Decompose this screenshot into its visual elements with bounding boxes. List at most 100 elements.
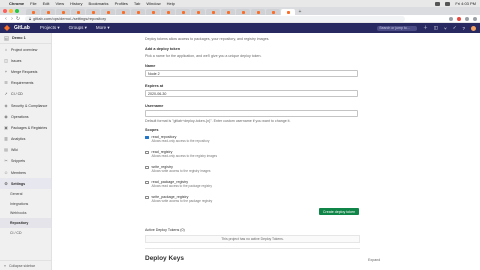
sidebar-item-issues[interactable]: ◫ Issues bbox=[0, 55, 51, 66]
sidebar-project-header[interactable]: D Demo 1 bbox=[0, 33, 51, 44]
menubar-item-edit[interactable]: Edit bbox=[43, 1, 50, 6]
plus-icon[interactable]: ＋ bbox=[423, 25, 428, 31]
battery-icon[interactable] bbox=[435, 1, 441, 6]
sidebar-item-packages[interactable]: ▣ Packages & Registries bbox=[0, 122, 51, 133]
settings-icon: ⚙ bbox=[4, 180, 8, 186]
merge-requests-nav-icon[interactable]: ⑂ bbox=[444, 26, 447, 31]
scope-write-package-registry[interactable]: write_package_registry Allows write acce… bbox=[145, 195, 212, 203]
collapse-sidebar-button[interactable]: « Collapse sidebar bbox=[0, 260, 52, 270]
expires-at-input[interactable]: 2020-06-30 bbox=[145, 90, 358, 97]
reload-icon[interactable]: ↻ bbox=[15, 16, 21, 22]
sidebar-item-label: Wiki bbox=[11, 148, 18, 153]
sidebar-subitem-webhooks[interactable]: Webhooks bbox=[0, 209, 51, 219]
sidebar-subitem-general[interactable]: General bbox=[0, 189, 51, 199]
sidebar-item-merge-requests[interactable]: ⑂ Merge Requests bbox=[0, 66, 51, 77]
sidebar-subitem-repository[interactable]: Repository bbox=[0, 218, 51, 228]
sidebar-item-requirements[interactable]: ☰ Requirements bbox=[0, 78, 51, 89]
active-tokens-empty-text: This project has no active Deploy Tokens… bbox=[221, 237, 284, 241]
nav-more-dropdown[interactable]: More ▾ bbox=[96, 25, 110, 31]
scope-read-registry[interactable]: read_registry Allows read-only access to… bbox=[145, 150, 217, 158]
menubar-item-file[interactable]: File bbox=[30, 1, 36, 6]
menubar-item-view[interactable]: View bbox=[55, 1, 64, 6]
gitlab-favicon-icon bbox=[166, 10, 170, 14]
minimize-window-icon[interactable] bbox=[9, 9, 13, 13]
browser-toolbar: ‹ › ↻ 🔒︎ gitlab.com/ops/demo/-/settings/… bbox=[0, 15, 480, 23]
scope-read-package-registry[interactable]: read_package_registry Allows read access… bbox=[145, 180, 212, 188]
token-name-input[interactable]: Node 2 bbox=[145, 70, 358, 77]
user-avatar[interactable] bbox=[471, 25, 476, 31]
gitlab-search-input[interactable]: Search or jump to... bbox=[377, 25, 418, 31]
create-deploy-token-button[interactable]: Create deploy token bbox=[319, 208, 359, 215]
extensions-area bbox=[449, 16, 477, 21]
scope-checkbox[interactable] bbox=[145, 150, 149, 154]
scope-checkbox[interactable] bbox=[145, 135, 149, 139]
extension-icon[interactable] bbox=[457, 16, 461, 21]
active-tokens-heading: Active Deploy Tokens (0) bbox=[145, 228, 185, 232]
sidebar-item-wiki[interactable]: ▤ Wiki bbox=[0, 145, 51, 156]
gitlab-favicon-icon bbox=[31, 10, 35, 14]
address-bar[interactable]: 🔒︎ gitlab.com/ops/demo/-/settings/reposi… bbox=[25, 15, 405, 22]
sidebar-item-ci-cd[interactable]: ➚ CI / CD bbox=[0, 89, 51, 100]
extension-icon[interactable] bbox=[465, 16, 469, 21]
gitlab-favicon-icon bbox=[91, 10, 95, 14]
gitlab-favicon-icon bbox=[151, 10, 155, 14]
sidebar-item-operations[interactable]: ◉ Operations bbox=[0, 111, 51, 122]
scope-checkbox[interactable] bbox=[145, 195, 149, 199]
profile-avatar-icon[interactable] bbox=[473, 16, 477, 21]
sidebar-item-label: Requirements bbox=[11, 81, 34, 86]
sidebar-subitem-ci-cd[interactable]: CI / CD bbox=[0, 228, 51, 238]
wifi-icon[interactable] bbox=[445, 1, 451, 6]
gitlab-logo-icon[interactable] bbox=[4, 25, 10, 31]
scope-checkbox[interactable] bbox=[145, 165, 149, 169]
gitlab-favicon-icon bbox=[181, 10, 185, 14]
gitlab-favicon-icon bbox=[211, 10, 215, 14]
browser-tab-strip: + bbox=[0, 7, 480, 15]
home-icon: ⌂ bbox=[4, 46, 8, 52]
sidebar-item-label: CI / CD bbox=[11, 92, 23, 97]
sidebar-subitem-integrations[interactable]: Integrations bbox=[0, 199, 51, 209]
menubar-item-history[interactable]: History bbox=[70, 1, 82, 6]
window-controls bbox=[3, 9, 19, 13]
operations-icon: ◉ bbox=[4, 113, 8, 119]
extension-icon[interactable] bbox=[449, 16, 453, 21]
gitlab-favicon-icon bbox=[46, 10, 50, 14]
close-window-icon[interactable] bbox=[3, 9, 7, 13]
sidebar-item-label: Issues bbox=[11, 58, 22, 63]
menubar-status-area: Fri 4:03 PM bbox=[435, 1, 476, 6]
sidebar-item-snippets[interactable]: ✂ Snippets bbox=[0, 156, 51, 167]
sidebar-item-members[interactable]: ☺ Members bbox=[0, 167, 51, 178]
nav-groups-dropdown[interactable]: Groups ▾ bbox=[69, 25, 87, 31]
sidebar-item-analytics[interactable]: ▥ Analytics bbox=[0, 134, 51, 145]
zoom-window-icon[interactable] bbox=[15, 9, 19, 13]
menubar-item-help[interactable]: Help bbox=[167, 1, 175, 6]
menubar-item-tab[interactable]: Tab bbox=[134, 1, 140, 6]
issues-nav-icon[interactable]: ◫ bbox=[434, 25, 438, 31]
shield-icon: ◈ bbox=[4, 102, 8, 108]
username-input[interactable] bbox=[145, 110, 358, 117]
sidebar-item-label: Security & Compliance bbox=[11, 103, 48, 108]
menubar-app-name[interactable]: Chrome bbox=[9, 1, 24, 6]
sidebar-item-security[interactable]: ◈ Security & Compliance bbox=[0, 100, 51, 111]
nav-projects-dropdown[interactable]: Projects ▾ bbox=[40, 25, 60, 31]
rocket-icon: ➚ bbox=[4, 91, 8, 97]
menubar-item-bookmarks[interactable]: Bookmarks bbox=[89, 1, 109, 6]
sidebar-item-project-overview[interactable]: ⌂ Project overview bbox=[0, 44, 51, 55]
scope-checkbox[interactable] bbox=[145, 180, 149, 184]
scopes-label: Scopes bbox=[145, 128, 159, 132]
gitlab-favicon-icon bbox=[241, 10, 245, 14]
collapse-sidebar-label: Collapse sidebar bbox=[8, 263, 36, 268]
gitlab-favicon-icon bbox=[271, 10, 275, 14]
scope-read-repository[interactable]: read_repository Allows read-only access … bbox=[145, 135, 209, 143]
menubar-item-window[interactable]: Window bbox=[146, 1, 160, 6]
help-icon[interactable]: ? bbox=[462, 26, 465, 31]
scope-write-registry[interactable]: write_registry Allows write access to th… bbox=[145, 165, 211, 173]
gitlab-nav-right: Search or jump to... ＋ ◫ ⑂ ✓ ? bbox=[359, 25, 476, 31]
deploy-keys-expand-button[interactable]: Expand bbox=[368, 258, 380, 262]
menubar-item-profiles[interactable]: Profiles bbox=[115, 1, 128, 6]
scope-description: Allows read-only access to the registry … bbox=[151, 154, 218, 159]
requirements-icon: ☰ bbox=[4, 80, 8, 86]
gitlab-brand[interactable]: GitLab bbox=[14, 25, 30, 31]
sidebar-item-settings[interactable]: ⚙ Settings bbox=[0, 178, 51, 190]
todos-icon[interactable]: ✓ bbox=[453, 25, 457, 31]
menubar-clock[interactable]: Fri 4:03 PM bbox=[455, 1, 476, 6]
